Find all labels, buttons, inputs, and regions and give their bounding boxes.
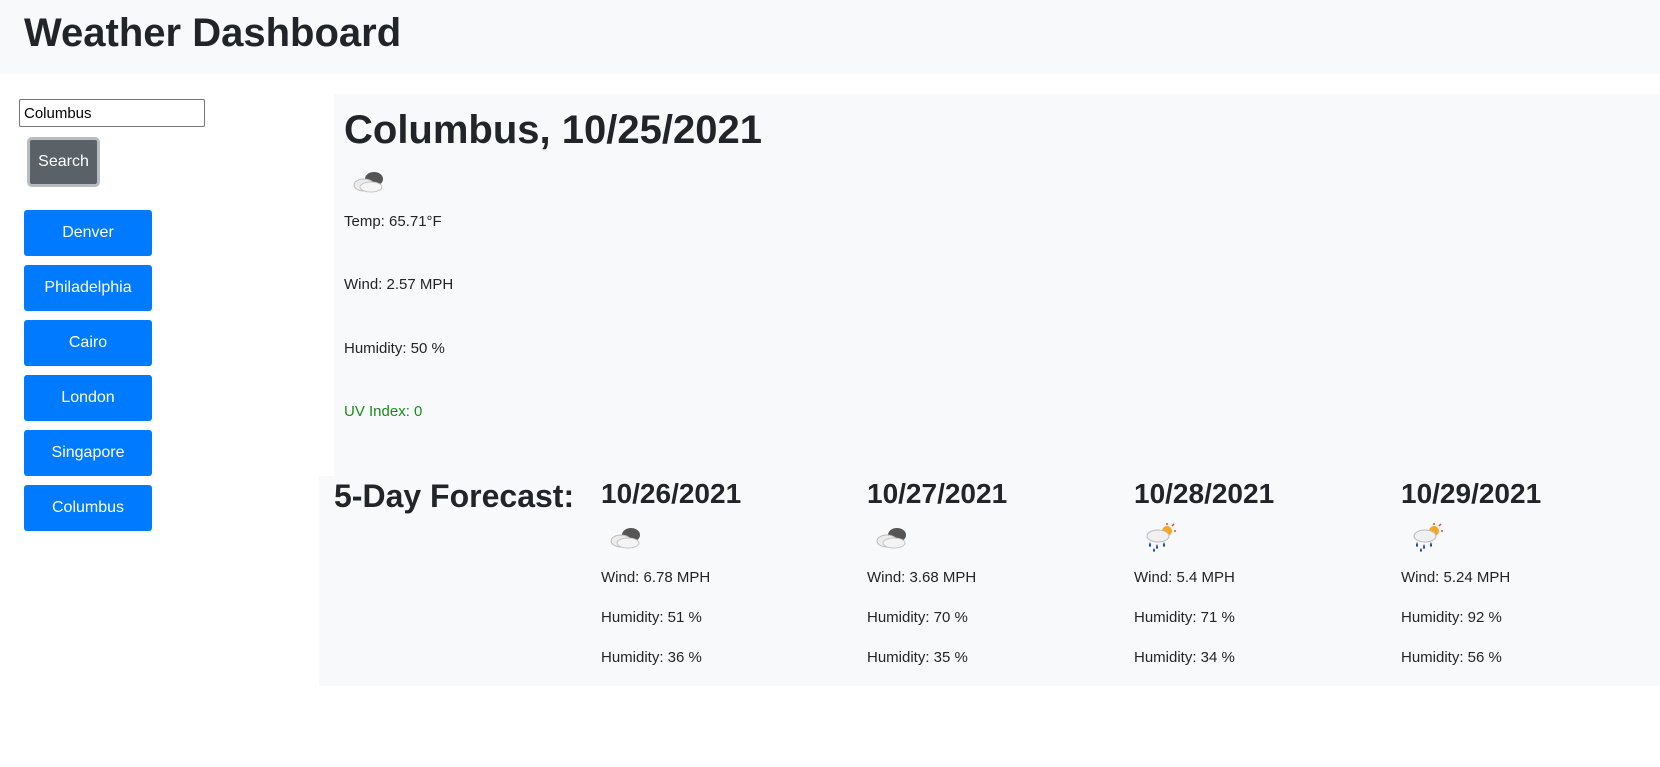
current-city-title: Columbus, 10/25/2021	[344, 108, 762, 152]
current-uv-index: UV Index: 0	[344, 403, 423, 420]
forecast-humidity: Humidity: 56 %	[1401, 649, 1502, 666]
forecast-date: 10/29/2021	[1401, 478, 1542, 509]
forecast-humidity: Humidity: 70 %	[867, 609, 968, 626]
forecast-humidity: Humidity: 35 %	[867, 649, 968, 666]
forecast-date: 10/26/2021	[601, 478, 742, 509]
forecast-humidity: Humidity: 92 %	[1401, 609, 1502, 626]
current-weather-panel: Columbus, 10/25/2021 Temp: 65.71°F Wind:…	[334, 94, 1660, 476]
forecast-wind: Wind: 3.68 MPH	[867, 569, 977, 586]
history-city-button[interactable]: Denver	[24, 210, 152, 256]
header: Weather Dashboard	[0, 0, 1660, 74]
forecast-date: 10/27/2021	[867, 478, 1008, 509]
cloudy-night-icon	[871, 522, 911, 559]
forecast-wind: Wind: 6.78 MPH	[601, 569, 711, 586]
history-city-button[interactable]: Singapore	[24, 430, 152, 476]
forecast-panel: 5-Day Forecast: 10/26/2021 Wind: 6.78 MP…	[319, 476, 1660, 686]
forecast-title: 5-Day Forecast:	[334, 478, 575, 514]
forecast-humidity: Humidity: 34 %	[1134, 649, 1235, 666]
search-button[interactable]: Search	[27, 137, 100, 187]
forecast-wind: Wind: 5.24 MPH	[1401, 569, 1511, 586]
page-title: Weather Dashboard	[24, 11, 402, 55]
history-city-button[interactable]: Columbus	[24, 485, 152, 531]
search-history-list: Denver Philadelphia Cairo London Singapo…	[24, 210, 152, 540]
current-temp: Temp: 65.71°F	[344, 213, 442, 230]
forecast-humidity: Humidity: 71 %	[1134, 609, 1235, 626]
cloudy-night-icon	[605, 522, 645, 559]
current-wind: Wind: 2.57 MPH	[344, 276, 454, 293]
history-city-button[interactable]: Cairo	[24, 320, 152, 366]
history-city-button[interactable]: London	[24, 375, 152, 421]
forecast-humidity: Humidity: 51 %	[601, 609, 702, 626]
history-city-button[interactable]: Philadelphia	[24, 265, 152, 311]
rain-sun-icon	[1138, 522, 1178, 559]
forecast-wind: Wind: 5.4 MPH	[1134, 569, 1235, 586]
search-input[interactable]	[19, 99, 205, 127]
forecast-date: 10/28/2021	[1134, 478, 1275, 509]
rain-sun-icon	[1405, 522, 1445, 559]
forecast-humidity: Humidity: 36 %	[601, 649, 702, 666]
current-humidity: Humidity: 50 %	[344, 340, 445, 357]
cloudy-night-icon	[348, 166, 388, 203]
